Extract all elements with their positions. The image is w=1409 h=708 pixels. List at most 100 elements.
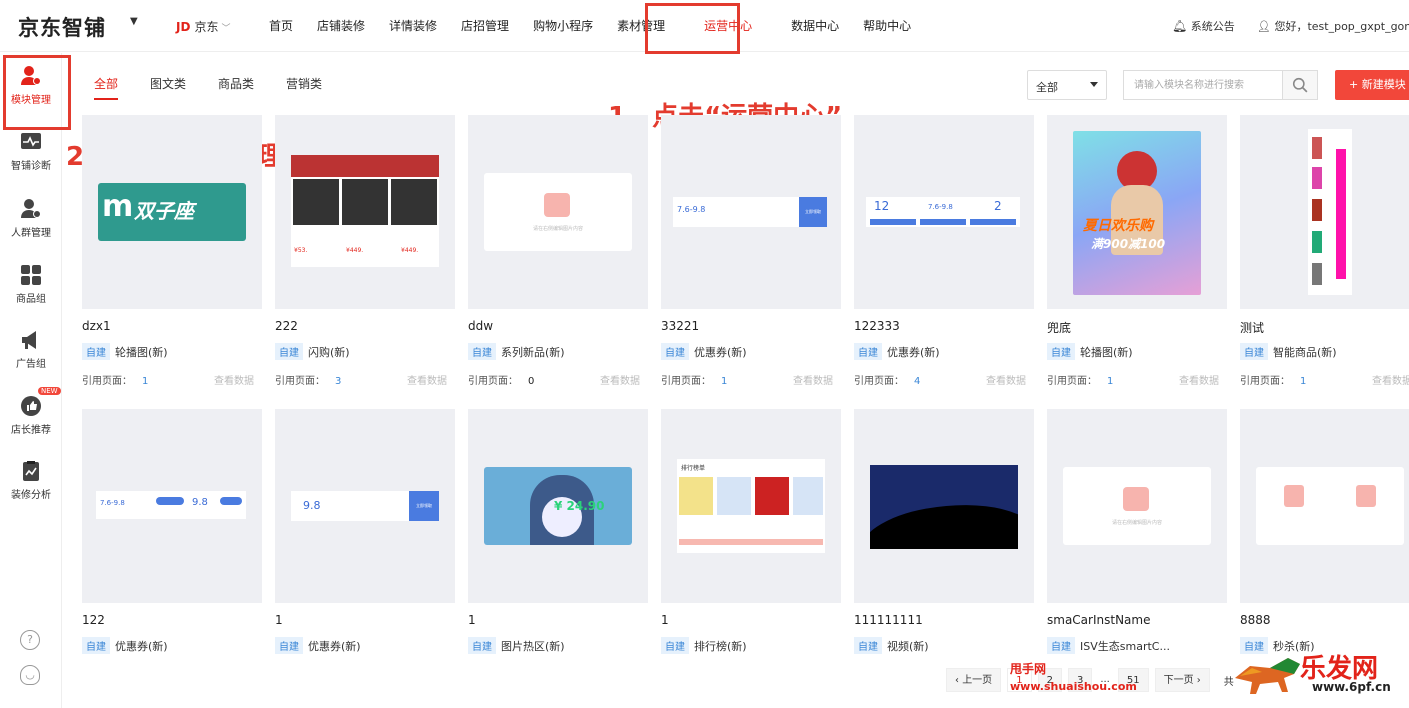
coupon-text: 7.6-9.8 — [677, 205, 706, 214]
module-card[interactable]: 夏日欢乐购 满900减100 兜底 自建 轮播图(新) 引用页面： 1 查看数据 — [1047, 115, 1227, 387]
module-card[interactable]: 7.6-9.8 立即领取 33221 自建 优惠券(新) 引用页面： 1 查看数据 — [661, 115, 841, 387]
coupon-get-button: 立即领取 — [799, 197, 827, 227]
category-tabs: 全部 图文类 商品类 营销类 — [94, 75, 354, 100]
ref-count[interactable]: 1 — [1107, 376, 1113, 387]
store-switcher[interactable]: JD 京东 ﹀ — [176, 18, 230, 35]
module-name: 1 — [275, 613, 283, 627]
prev-label: 上一页 — [962, 675, 993, 686]
view-data-link[interactable]: 查看数据 — [793, 372, 833, 387]
module-card[interactable]: 8888 自建 秒杀(新) — [1240, 409, 1409, 654]
sidebar-item-recommend[interactable]: NEW 店长推荐 — [0, 387, 62, 436]
module-type: 优惠券(新) — [115, 640, 168, 653]
ref-count[interactable]: 1 — [1300, 376, 1306, 387]
module-card[interactable]: 双子座 m dzx1 自建 轮播图(新) 引用页面： 1 查看数据 — [82, 115, 262, 387]
prev-page-button[interactable]: ‹ 上一页 — [946, 668, 1002, 692]
module-name: 8888 — [1240, 613, 1271, 627]
nav-data-center[interactable]: 数据中心 — [779, 0, 851, 52]
module-card[interactable]: 请在右侧编辑图片内容 ddw 自建 系列新品(新) 引用页面： 0 查看数据 — [468, 115, 648, 387]
sidebar-item-product-group[interactable]: 商品组 — [0, 264, 62, 305]
coupon-preview: 9.8 立即领取 — [291, 491, 439, 521]
module-type: 智能商品(新) — [1273, 346, 1337, 359]
nav-home[interactable]: 首页 — [257, 0, 305, 52]
ref-count[interactable]: 3 — [335, 376, 341, 387]
grid-icon — [21, 265, 41, 285]
price-text: ¥449. — [401, 247, 419, 254]
view-data-link[interactable]: 查看数据 — [1372, 372, 1409, 387]
module-thumbnail: 7.6-9.8 立即领取 — [661, 115, 841, 309]
module-card[interactable]: 7.6-9.8 9.8 122 自建 优惠券(新) — [82, 409, 262, 654]
system-notice[interactable]: 🔔︎ 系统公告 — [1172, 18, 1235, 34]
module-name: 111111111 — [854, 613, 923, 627]
bag-icon — [1356, 485, 1376, 507]
tab-product[interactable]: 商品类 — [218, 75, 254, 100]
ref-count[interactable]: 0 — [528, 376, 534, 387]
logo[interactable]: 京东智铺 — [18, 12, 106, 42]
view-data-link[interactable]: 查看数据 — [600, 372, 640, 387]
ref-label: 引用页面： — [1240, 376, 1290, 387]
sidebar-label: 店长推荐 — [11, 425, 51, 436]
nav-help-center[interactable]: 帮助中心 — [851, 0, 923, 52]
banner-brand: 双子座 — [134, 199, 194, 223]
module-card[interactable]: 排行榜单 1 自建 排行榜(新) — [661, 409, 841, 654]
self-built-tag: 自建 — [1240, 343, 1268, 360]
search-input[interactable] — [1123, 70, 1283, 100]
watermark-url: www.shuaishou.com — [1010, 680, 1137, 693]
jd-icon: JD — [176, 20, 191, 34]
rank-title: 排行榜单 — [681, 465, 706, 472]
chevron-down-icon: ﹀ — [221, 24, 231, 34]
image-placeholder-icon — [1123, 487, 1149, 511]
self-built-tag: 自建 — [82, 343, 110, 360]
search-button[interactable] — [1282, 70, 1318, 100]
tab-marketing[interactable]: 营销类 — [286, 75, 322, 100]
thumbs-up-icon — [21, 396, 41, 416]
view-data-link[interactable]: 查看数据 — [214, 372, 254, 387]
ref-count[interactable]: 4 — [914, 376, 920, 387]
view-data-link[interactable]: 查看数据 — [407, 372, 447, 387]
module-card[interactable]: 9.8 立即领取 1 自建 优惠券(新) — [275, 409, 455, 654]
nav-detail-decor[interactable]: 详情装修 — [377, 0, 449, 52]
sidebar-item-crowd[interactable]: 人群管理 — [0, 198, 62, 239]
view-data-link[interactable]: 查看数据 — [1179, 372, 1219, 387]
sidebar-label: 智铺诊断 — [11, 161, 51, 172]
sidebar-item-decor-analysis[interactable]: 装修分析 — [0, 460, 62, 501]
nav-banner-mgmt[interactable]: 店招管理 — [449, 0, 521, 52]
module-thumbnail: 请在右侧编辑图片内容 — [468, 115, 648, 309]
coupon-text: 7.6-9.8 — [928, 203, 953, 211]
sidebar: 模块管理 智铺诊断 人群管理 商品组 广告组 NEW 店长推荐 装修分析 ? ◡ — [0, 53, 62, 708]
view-data-link[interactable]: 查看数据 — [986, 372, 1026, 387]
module-card[interactable]: 请在右侧编辑图片内容 smaCarInstName 自建 ISV生态smartC.… — [1047, 409, 1227, 654]
ref-count[interactable]: 1 — [142, 376, 148, 387]
module-type: 排行榜(新) — [694, 640, 747, 653]
new-module-button[interactable]: + 新建模块 — [1335, 70, 1409, 100]
module-thumbnail: 排行榜单 — [661, 409, 841, 603]
ref-count[interactable]: 1 — [721, 376, 727, 387]
module-type: 视频(新) — [887, 640, 929, 653]
next-page-button[interactable]: 下一页 › — [1154, 668, 1210, 692]
module-thumbnail: 夏日欢乐购 满900减100 — [1047, 115, 1227, 309]
module-name: 1 — [468, 613, 476, 627]
sidebar-item-ad-group[interactable]: 广告组 — [0, 329, 62, 370]
nav-mini-program[interactable]: 购物小程序 — [521, 0, 605, 52]
tab-image-text[interactable]: 图文类 — [150, 75, 186, 100]
module-card[interactable]: 12 7.6-9.8 2 122333 自建 优惠券(新) 引用页面： 4 查看数据 — [854, 115, 1034, 387]
module-card[interactable]: ¥53. ¥449. ¥449. 222 自建 闪购(新) 引用页面： 3 查看数据 — [275, 115, 455, 387]
tab-all[interactable]: 全部 — [94, 75, 119, 100]
type-select[interactable]: 全部 — [1027, 70, 1107, 100]
headset-icon[interactable]: ◡ — [20, 665, 40, 685]
module-name: 兜底 — [1047, 321, 1072, 333]
module-name: 222 — [275, 319, 298, 333]
help-icon[interactable]: ? — [20, 630, 40, 650]
logo-dropdown-icon[interactable]: ▼ — [130, 16, 138, 27]
bag-icon — [1284, 485, 1304, 507]
sidebar-item-diagnosis[interactable]: 智铺诊断 — [0, 131, 62, 172]
user-greeting: 您好，test_pop_gxpt_gong — [1274, 20, 1409, 33]
module-card[interactable]: 测试 自建 智能商品(新) 引用页面： 1 查看数据 — [1240, 115, 1409, 387]
user-menu[interactable]: 👤︎ 您好，test_pop_gxpt_gong — [1257, 18, 1409, 34]
module-card[interactable]: 111111111 自建 视频(新) — [854, 409, 1034, 654]
nav-store-decor[interactable]: 店铺装修 — [305, 0, 377, 52]
module-card[interactable]: ¥ 24.90 1 自建 图片热区(新) — [468, 409, 648, 654]
select-value: 全部 — [1036, 81, 1058, 94]
module-type: 轮播图(新) — [115, 346, 168, 359]
caret-down-icon — [1090, 82, 1098, 87]
coupon-text: 2 — [994, 199, 1002, 213]
